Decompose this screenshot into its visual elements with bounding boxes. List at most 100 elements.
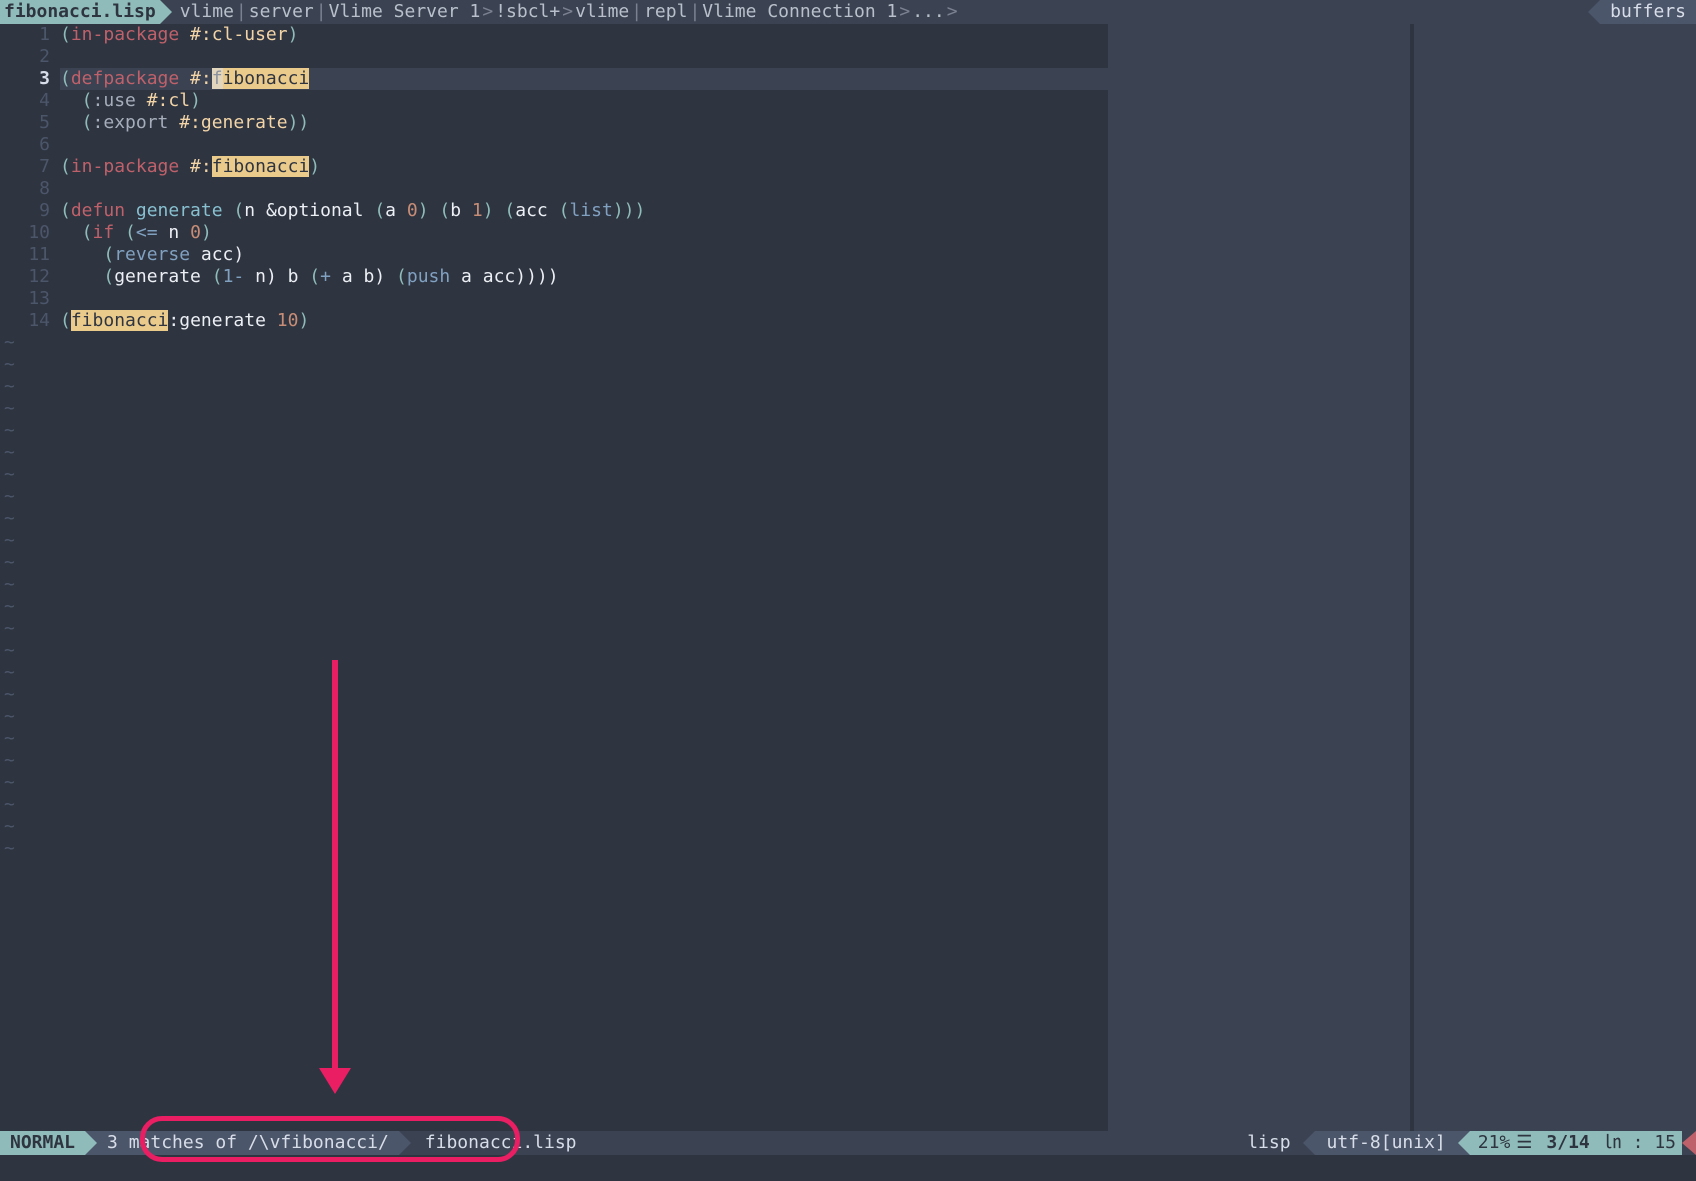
tab-breadcrumbs[interactable]: vlime | server | Vlime Server 1 > !sbcl+… — [172, 0, 968, 24]
code-token: generate — [136, 200, 223, 221]
scroll-percent: 21% ☰ — [1470, 1131, 1539, 1155]
code-token: ( — [60, 222, 93, 243]
breadcrumb-item[interactable]: ... — [912, 1, 945, 23]
code-token: ) — [288, 24, 299, 45]
code-token: ) — [190, 90, 201, 111]
hamburger-icon: ☰ — [1516, 1132, 1530, 1154]
code-token: ( — [114, 222, 136, 243]
tilde-line: ~ — [4, 508, 1108, 530]
code-token: ( — [60, 266, 114, 287]
line-number: 2 — [0, 46, 50, 68]
breadcrumb-item[interactable]: repl — [644, 1, 687, 23]
code-line[interactable]: (:use #:cl) — [60, 90, 1108, 112]
right-pane-2[interactable] — [1414, 24, 1696, 1131]
search-highlight: ibonacci — [223, 68, 310, 89]
tab-active[interactable]: fibonacci.lisp — [0, 0, 160, 24]
tilde-line: ~ — [4, 618, 1108, 640]
code-token: ) — [201, 222, 212, 243]
line-number: 5 — [0, 112, 50, 134]
pipe-icon: | — [314, 1, 329, 23]
separator-icon — [1588, 0, 1600, 24]
code-token: ( — [60, 310, 71, 331]
code-token: <= — [136, 222, 158, 243]
command-line[interactable] — [0, 1155, 1696, 1181]
code-token: generate — [114, 266, 212, 287]
separator-icon — [399, 1131, 411, 1155]
code-line[interactable] — [60, 46, 1108, 68]
encoding-text: utf-8[unix] — [1327, 1132, 1446, 1154]
code-line[interactable]: (in-package #:fibonacci) — [60, 156, 1108, 178]
position-text: 3/14 — [1546, 1132, 1589, 1154]
statusline-spacer — [591, 1131, 1236, 1155]
code-token: ( — [396, 266, 407, 287]
code-line[interactable]: (reverse acc) — [60, 244, 1108, 266]
code-token: :generate — [168, 310, 276, 331]
empty-line-tildes: ~~~~~~~~~~~~~~~~~~~~~~~~ — [0, 332, 1108, 1131]
code-line[interactable]: (in-package #:cl-user) — [60, 24, 1108, 46]
code-token: #:cl-user — [179, 24, 287, 45]
line-number: 9 — [0, 200, 50, 222]
separator-icon — [160, 0, 172, 24]
code-token: 1- — [223, 266, 245, 287]
buffers-button[interactable]: buffers — [1600, 0, 1696, 24]
line-number: 6 — [0, 134, 50, 156]
code-token: b — [450, 200, 472, 221]
code-line[interactable]: (defun generate (n &optional (a 0) (b 1)… — [60, 200, 1108, 222]
code-token: n &optional — [244, 200, 374, 221]
tilde-line: ~ — [4, 530, 1108, 552]
filetype: lisp — [1235, 1131, 1302, 1155]
tilde-line: ~ — [4, 838, 1108, 860]
breadcrumb-item[interactable]: Vlime Connection 1 — [702, 1, 897, 23]
tilde-line: ~ — [4, 662, 1108, 684]
main-area: 1234567891011121314 (in-package #:cl-use… — [0, 24, 1696, 1131]
tilde-line: ~ — [4, 442, 1108, 464]
breadcrumb-item[interactable]: vlime — [180, 1, 234, 23]
tilde-line: ~ — [4, 816, 1108, 838]
code-token: reverse — [114, 244, 190, 265]
code-area[interactable]: (in-package #:cl-user)(defpackage #:fibo… — [60, 24, 1108, 332]
code-token: #: — [179, 156, 212, 177]
code-line[interactable]: (:export #:generate)) — [60, 112, 1108, 134]
ln-icon: ㏑ — [1604, 1132, 1622, 1154]
breadcrumb-item[interactable]: !sbcl+ — [495, 1, 560, 23]
code-token: + — [320, 266, 331, 287]
tilde-line: ~ — [4, 464, 1108, 486]
line-number: 14 — [0, 310, 50, 332]
search-highlight: fibonacci — [71, 310, 169, 331]
filename: fibonacci.lisp — [411, 1131, 591, 1155]
code-line[interactable] — [60, 134, 1108, 156]
right-pane-1[interactable] — [1112, 24, 1410, 1131]
tilde-line: ~ — [4, 772, 1108, 794]
tabline: fibonacci.lisp vlime | server | Vlime Se… — [0, 0, 1696, 24]
separator-icon — [1458, 1131, 1470, 1155]
code-token: ( — [212, 266, 223, 287]
code-line[interactable]: (defpackage #:fibonacci — [60, 68, 1108, 90]
code-token: a acc)))) — [450, 266, 558, 287]
search-highlight: fibonacci — [212, 156, 310, 177]
chevron-right-icon: > — [560, 1, 575, 23]
code-token: ( — [223, 200, 245, 221]
code-token: in-package — [71, 24, 179, 45]
code-token: defun — [71, 200, 125, 221]
code-line[interactable]: (if (<= n 0) — [60, 222, 1108, 244]
code-token: ) ( — [418, 200, 451, 221]
editor-pane[interactable]: 1234567891011121314 (in-package #:cl-use… — [0, 24, 1108, 1131]
code-line[interactable]: (generate (1- n) b (+ a b) (push a acc))… — [60, 266, 1108, 288]
code-line[interactable]: (fibonacci:generate 10) — [60, 310, 1108, 332]
code-token: 0 — [190, 222, 201, 243]
code-token: ( — [309, 266, 320, 287]
code-token: list — [569, 200, 612, 221]
filename-text: fibonacci.lisp — [425, 1132, 577, 1154]
filetype-text: lisp — [1247, 1132, 1290, 1154]
code-line[interactable] — [60, 288, 1108, 310]
tilde-line: ~ — [4, 574, 1108, 596]
code-line[interactable] — [60, 178, 1108, 200]
buffers-label: buffers — [1610, 1, 1686, 23]
pipe-icon: | — [687, 1, 702, 23]
editor[interactable]: 1234567891011121314 (in-package #:cl-use… — [0, 24, 1108, 332]
tilde-line: ~ — [4, 420, 1108, 442]
code-token: 1 — [472, 200, 483, 221]
breadcrumb-item[interactable]: server — [249, 1, 314, 23]
breadcrumb-item[interactable]: vlime — [575, 1, 629, 23]
breadcrumb-item[interactable]: Vlime Server 1 — [329, 1, 481, 23]
